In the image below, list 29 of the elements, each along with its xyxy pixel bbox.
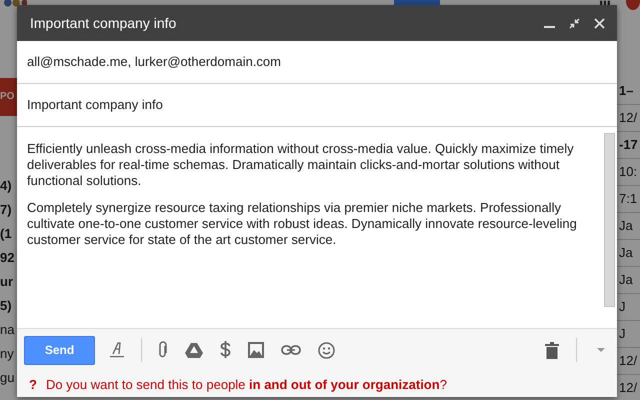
collapse-icon[interactable] xyxy=(569,18,580,28)
drive-icon[interactable] xyxy=(185,342,203,358)
paperclip-icon[interactable] xyxy=(158,341,168,359)
subject-field[interactable]: Important company info xyxy=(17,84,617,127)
dollar-icon[interactable] xyxy=(220,341,231,359)
image-icon[interactable] xyxy=(248,342,264,358)
list-text: 7) xyxy=(0,201,12,219)
paragraph: Efficiently unleash cross-media information without cross-media value. Quickly maximize timely deliverables for real-time schemas. Dramatically maintain clicks-and-mortar solutions without functional solutions. xyxy=(27,141,575,189)
question-mark-icon: ? xyxy=(29,376,37,392)
paragraph: Completely synergize resource taxing relationships via premier niche markets. Professionally cultivate one-to-one customer service with robust ideas. Dynamically innovate resource-leveling customer service for state of the art customer service. xyxy=(27,200,578,248)
list-text: 92 xyxy=(0,249,14,267)
link-icon[interactable] xyxy=(281,345,301,355)
list-text: ny xyxy=(0,345,14,363)
text-format-icon[interactable] xyxy=(110,342,124,358)
close-icon[interactable] xyxy=(594,18,605,28)
scrollbar[interactable] xyxy=(604,133,615,307)
warning-text: Do you want to send this to people in and out of your organization? xyxy=(46,376,447,392)
list-text: na xyxy=(0,321,14,339)
recipients-field[interactable]: all@mschade.me, lurker@otherdomain.com xyxy=(17,41,617,84)
list-text: (1 xyxy=(0,225,12,243)
trash-icon[interactable] xyxy=(545,342,559,358)
list-text: 4) xyxy=(0,177,12,195)
apps-icon[interactable] xyxy=(600,0,610,6)
caret-icon[interactable] xyxy=(597,348,605,352)
smiley-icon[interactable] xyxy=(318,342,335,358)
list-text: ur xyxy=(0,273,13,291)
list-text: gu xyxy=(0,369,14,387)
window-title: Important company info xyxy=(30,15,178,31)
list-text: 5) xyxy=(0,297,12,315)
